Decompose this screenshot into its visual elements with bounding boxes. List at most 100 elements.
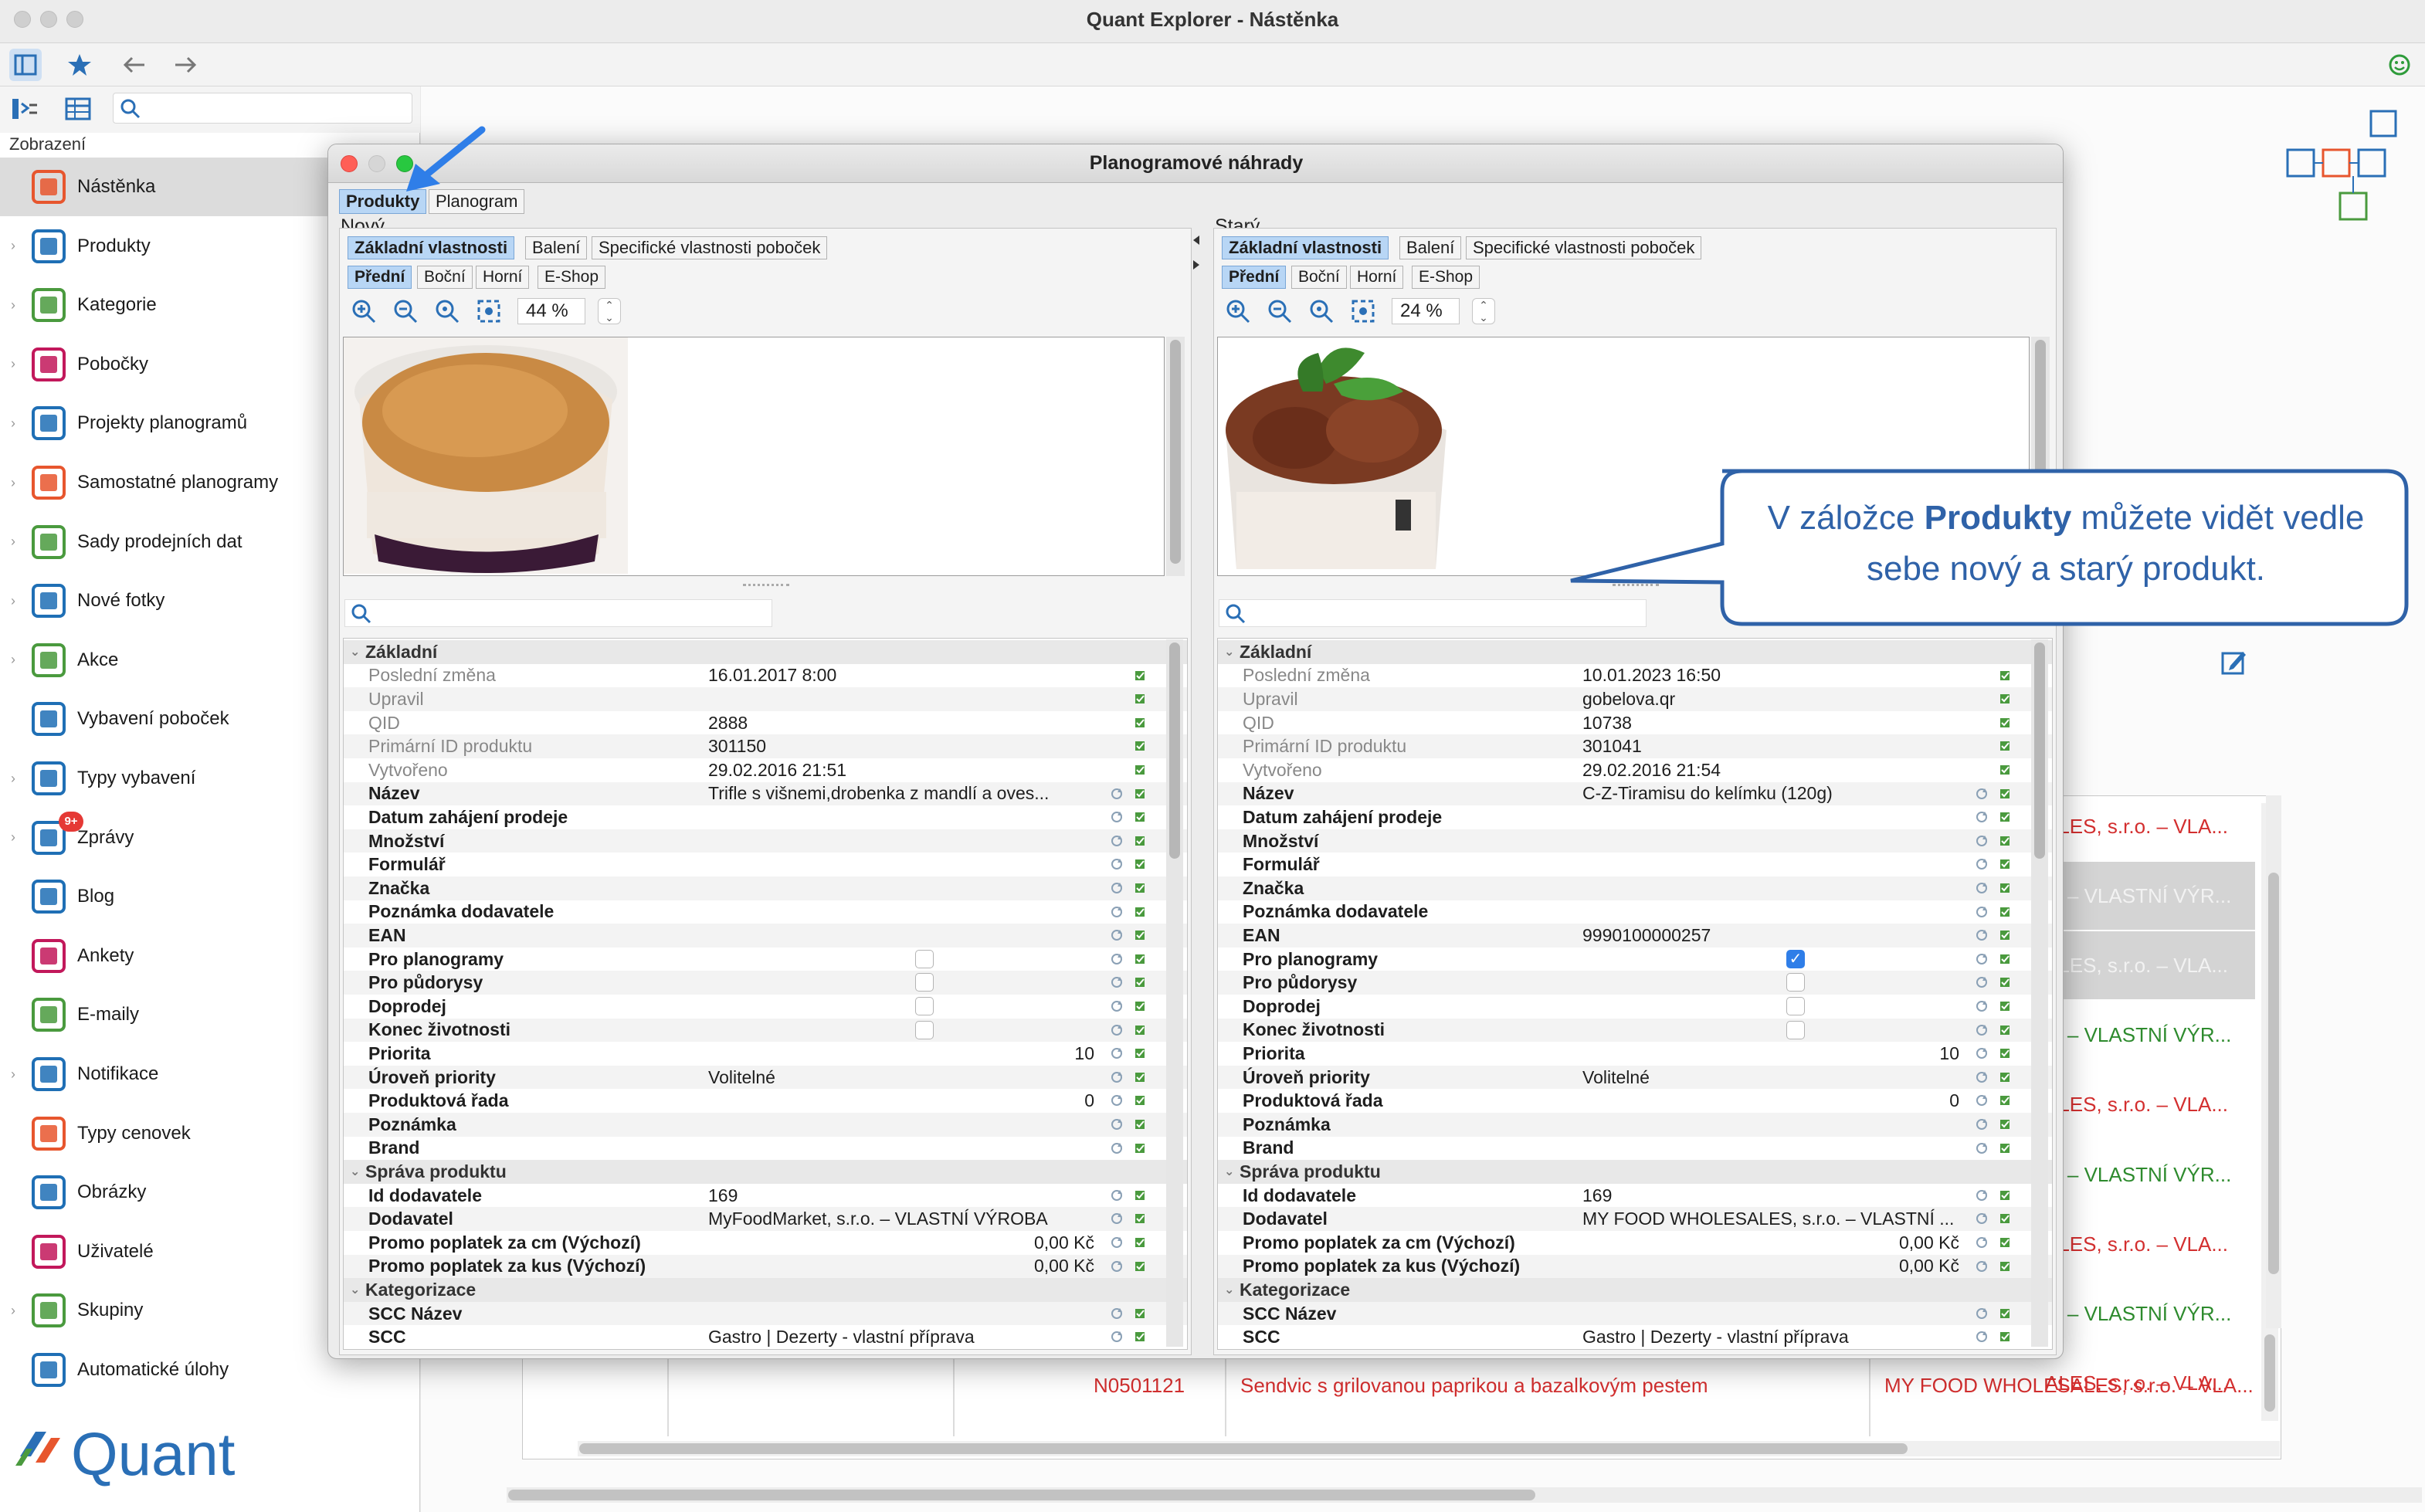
property-value[interactable]: 301150 [708,736,766,757]
property-group[interactable]: ⌄ Základní [1218,640,2052,664]
view-tab-0[interactable]: Přední [1222,266,1287,289]
property-checkbox[interactable] [915,949,934,968]
forward-arrow-icon[interactable] [170,49,202,81]
expand-chevron-icon[interactable]: › [11,1066,15,1083]
inherit-flag-icon[interactable] [1133,1259,1147,1273]
inherit-flag-icon[interactable] [1133,739,1147,753]
inherit-flag-icon[interactable] [1133,1188,1147,1202]
reset-value-icon[interactable] [1975,810,1989,824]
expand-chevron-icon[interactable]: › [11,356,15,372]
reset-value-icon[interactable] [1975,1046,1989,1060]
property-value[interactable]: gobelova.qr [1582,689,1675,710]
reset-value-icon[interactable] [1975,1070,1989,1084]
reset-value-icon[interactable] [1110,999,1124,1013]
property-group[interactable]: ⌄ Správa produktu [344,1160,1187,1184]
property-row[interactable]: Pro půdorysy [344,971,1187,995]
expand-chevron-icon[interactable]: › [11,1303,15,1319]
view-tab-1[interactable]: Boční [417,266,473,289]
sidebar-search-input[interactable] [113,93,412,124]
subtab-0[interactable]: Základní vlastnosti [1222,236,1389,259]
view-tab-1[interactable]: Boční [1291,266,1347,289]
inherit-flag-icon[interactable] [1998,1212,2012,1226]
property-row[interactable]: Priorita 10 [1218,1042,2052,1066]
inherit-flag-icon[interactable] [1998,928,2012,942]
property-row[interactable]: Pro planogramy ✓ [1218,948,2052,971]
property-row[interactable]: Promo poplatek za cm (Výchozí) 0,00 Kč [344,1231,1187,1255]
reset-value-icon[interactable] [1110,857,1124,871]
inherit-flag-icon[interactable] [1133,905,1147,919]
property-row[interactable]: Datum zahájení prodeje [1218,805,2052,829]
property-value[interactable]: 0 [1949,1090,1959,1111]
collapse-chevron-icon[interactable]: ⌄ [350,644,360,659]
zoom-fit-icon[interactable] [476,298,502,324]
inherit-flag-icon[interactable] [1998,1070,2012,1084]
property-row[interactable]: Produktová řada 0 [1218,1089,2052,1113]
property-row[interactable]: Pro planogramy [344,948,1187,971]
inherit-flag-icon[interactable] [1998,1188,2012,1202]
expand-chevron-icon[interactable]: › [11,238,15,254]
subtab-2[interactable]: Specifické vlastnosti poboček [592,236,828,259]
property-row[interactable]: Promo poplatek za kus (Výchozí) 0,00 Kč [1218,1254,2052,1279]
inherit-flag-icon[interactable] [1133,1212,1147,1226]
property-row[interactable]: Množství [344,829,1187,853]
inherit-flag-icon[interactable] [1998,1023,2012,1037]
reset-value-icon[interactable] [1975,1141,1989,1155]
property-row[interactable]: Dodavatel MY FOOD WHOLESALES, s.r.o. – VL… [1218,1207,2052,1231]
reset-value-icon[interactable] [1110,1236,1124,1249]
inherit-flag-icon[interactable] [1998,999,2012,1013]
property-row[interactable]: Poznámka [344,1113,1187,1137]
inherit-flag-icon[interactable] [1998,975,2012,989]
zoom-fit-icon[interactable] [1350,298,1376,324]
inherit-flag-icon[interactable] [1998,881,2012,895]
reset-value-icon[interactable] [1975,1117,1989,1131]
product-image-area[interactable] [343,337,1165,576]
property-row[interactable]: Poznámka dodavatele [344,900,1187,924]
property-value[interactable]: 0 [1084,1090,1094,1111]
reset-value-icon[interactable] [1110,881,1124,895]
property-value[interactable]: 29.02.2016 21:54 [1582,760,1721,781]
collapse-chevron-icon[interactable]: ⌄ [1224,644,1234,659]
inherit-flag-icon[interactable] [1133,1023,1147,1037]
property-row[interactable]: Množství [1218,829,2052,853]
subtab-1[interactable]: Balení [525,236,588,259]
inherit-flag-icon[interactable] [1998,1236,2012,1249]
property-value[interactable]: 301041 [1582,736,1642,757]
reset-value-icon[interactable] [1975,787,1989,801]
expand-chevron-icon[interactable]: › [11,297,15,314]
table-view-icon[interactable] [65,96,93,127]
view-tab-2[interactable]: Horní [476,266,530,289]
property-row[interactable]: Promo poplatek za kus (Výchozí) 0,00 Kč [344,1254,1187,1279]
inherit-flag-icon[interactable] [1133,1070,1147,1084]
expand-chevron-icon[interactable]: › [11,652,15,668]
reset-value-icon[interactable] [1110,1046,1124,1060]
inherit-flag-icon[interactable] [1998,692,2012,706]
table-row[interactable]: N0501121 Sendvic s grilovanou paprikou a… [1081,1351,2255,1419]
property-row[interactable]: Konec životnosti [344,1018,1187,1042]
inherit-flag-icon[interactable] [1998,1259,2012,1273]
reset-value-icon[interactable] [1110,1330,1124,1344]
property-row[interactable]: Brand [344,1137,1187,1161]
property-row[interactable]: SCC Gastro | Dezerty - vlastní příprava [344,1325,1187,1349]
property-group[interactable]: ⌄ Správa produktu [1218,1160,2052,1184]
property-row[interactable]: Doprodej [344,995,1187,1019]
inherit-flag-icon[interactable] [1998,1093,2012,1107]
property-value[interactable]: Trifle s višnemi,drobenka z mandlí a ove… [708,783,1049,804]
inherit-flag-icon[interactable] [1133,928,1147,942]
property-row[interactable]: Pro půdorysy [1218,971,2052,995]
inherit-flag-icon[interactable] [1998,1307,2012,1320]
reset-value-icon[interactable] [1975,1188,1989,1202]
property-vertical-scrollbar[interactable] [1166,639,1183,1347]
property-row[interactable]: Název Trifle s višnemi,drobenka z mandlí … [344,781,1187,806]
property-row[interactable]: QID 2888 [344,711,1187,735]
collapse-chevron-icon[interactable]: ⌄ [1224,1282,1234,1297]
property-row[interactable]: Konec životnosti [1218,1018,2052,1042]
inherit-flag-icon[interactable] [1133,1141,1147,1155]
reset-value-icon[interactable] [1975,1307,1989,1320]
reset-value-icon[interactable] [1975,905,1989,919]
expand-chevron-icon[interactable]: › [11,475,15,491]
property-row[interactable]: Vytvořeno 29.02.2016 21:54 [1218,758,2052,782]
property-value[interactable]: 0,00 Kč [1034,1256,1094,1276]
property-row[interactable]: Úroveň priority Volitelné [344,1065,1187,1090]
reset-value-icon[interactable] [1975,834,1989,848]
reset-value-icon[interactable] [1110,1023,1124,1037]
